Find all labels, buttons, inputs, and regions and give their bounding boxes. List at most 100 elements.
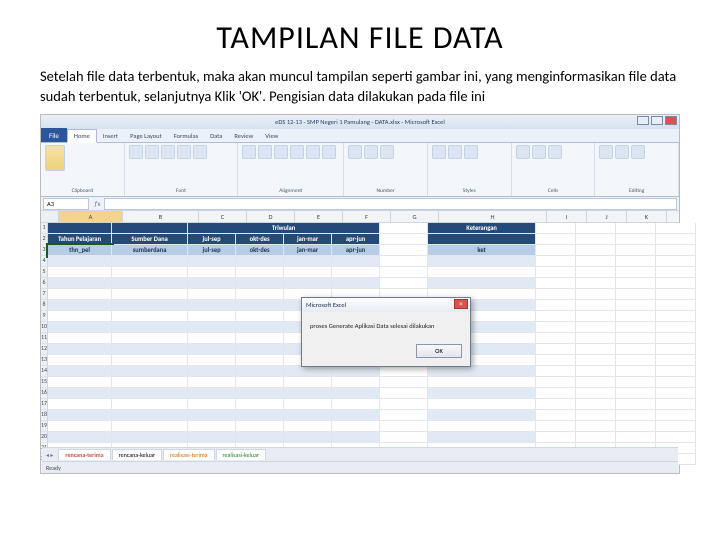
cell[interactable] — [112, 267, 188, 278]
cell[interactable] — [188, 388, 236, 399]
cell[interactable] — [236, 278, 284, 289]
cell[interactable] — [576, 366, 616, 377]
cell[interactable] — [616, 421, 656, 432]
ribbon-icon[interactable] — [258, 145, 272, 159]
cell[interactable] — [112, 410, 188, 421]
cell[interactable] — [616, 399, 656, 410]
col-header[interactable]: A — [59, 211, 123, 222]
cell[interactable] — [112, 399, 188, 410]
cell[interactable] — [428, 267, 536, 278]
cell[interactable] — [576, 256, 616, 267]
ribbon-icon[interactable] — [448, 145, 462, 159]
cell[interactable] — [616, 267, 656, 278]
col-header[interactable]: D — [247, 211, 295, 222]
cell[interactable] — [656, 355, 696, 366]
cell[interactable] — [536, 366, 576, 377]
cell[interactable] — [188, 410, 236, 421]
row-header[interactable]: 6 — [41, 278, 48, 289]
cell[interactable] — [616, 278, 656, 289]
cell[interactable] — [616, 432, 656, 443]
col-header[interactable]: F — [343, 211, 391, 222]
cell[interactable] — [536, 421, 576, 432]
ribbon-icon[interactable] — [193, 145, 207, 159]
cell[interactable] — [428, 421, 536, 432]
cell[interactable] — [536, 300, 576, 311]
cell[interactable] — [428, 388, 536, 399]
cell[interactable] — [576, 399, 616, 410]
cell[interactable] — [112, 432, 188, 443]
tab-review[interactable]: Review — [228, 130, 259, 142]
cell[interactable] — [536, 278, 576, 289]
cell[interactable] — [616, 377, 656, 388]
cell[interactable] — [656, 245, 696, 256]
ribbon-icon[interactable] — [599, 145, 613, 159]
cell[interactable]: jan-mar — [284, 234, 332, 245]
row-header[interactable]: 15 — [41, 377, 48, 388]
cell[interactable] — [48, 399, 112, 410]
cell[interactable] — [284, 256, 332, 267]
cell[interactable] — [48, 333, 112, 344]
cell[interactable] — [236, 333, 284, 344]
cell[interactable] — [656, 333, 696, 344]
ribbon-icon[interactable] — [532, 145, 546, 159]
tab-home[interactable]: Home — [67, 129, 97, 143]
cell[interactable] — [48, 223, 112, 234]
ribbon-icon[interactable] — [45, 145, 65, 171]
cell[interactable] — [616, 333, 656, 344]
cell[interactable] — [656, 300, 696, 311]
cell[interactable] — [536, 333, 576, 344]
cell[interactable] — [656, 410, 696, 421]
cell[interactable] — [428, 366, 536, 377]
cell[interactable] — [428, 377, 536, 388]
cell[interactable] — [576, 245, 616, 256]
cell[interactable] — [236, 289, 284, 300]
cell[interactable] — [576, 432, 616, 443]
cell[interactable] — [380, 388, 428, 399]
cell[interactable]: Keterangan — [428, 223, 536, 234]
cell[interactable] — [112, 333, 188, 344]
formula-input[interactable] — [104, 198, 677, 210]
cell[interactable] — [380, 245, 428, 256]
cell[interactable] — [380, 234, 428, 245]
cell[interactable] — [236, 377, 284, 388]
ribbon-icon[interactable] — [348, 145, 362, 159]
cell[interactable] — [188, 344, 236, 355]
row-header[interactable]: 10 — [41, 322, 48, 333]
cell[interactable] — [576, 333, 616, 344]
sheet-tab[interactable]: rencana-keluar — [112, 449, 162, 460]
cell[interactable] — [656, 344, 696, 355]
cell[interactable]: apr-jun — [332, 245, 380, 256]
ribbon-icon[interactable] — [290, 145, 304, 159]
cell[interactable]: okt-des — [236, 245, 284, 256]
col-header[interactable]: B — [123, 211, 199, 222]
cell[interactable] — [188, 267, 236, 278]
cell[interactable]: Sumber Dana — [112, 234, 188, 245]
cell[interactable]: apr-jun — [332, 234, 380, 245]
row-header[interactable]: 4 — [41, 256, 48, 267]
cell[interactable] — [536, 267, 576, 278]
cell[interactable] — [188, 300, 236, 311]
cell[interactable] — [536, 388, 576, 399]
cell[interactable] — [236, 421, 284, 432]
row-header[interactable]: 16 — [41, 388, 48, 399]
cell[interactable] — [112, 377, 188, 388]
row-header[interactable]: 5 — [41, 267, 48, 278]
row-header[interactable]: 11 — [41, 333, 48, 344]
cell[interactable] — [48, 300, 112, 311]
cell[interactable] — [656, 377, 696, 388]
cell[interactable] — [536, 355, 576, 366]
cell[interactable] — [576, 223, 616, 234]
cell[interactable] — [616, 388, 656, 399]
cell[interactable] — [380, 410, 428, 421]
cell[interactable] — [656, 399, 696, 410]
cell[interactable] — [236, 388, 284, 399]
row-header[interactable]: 12 — [41, 344, 48, 355]
cell[interactable]: jul-sep — [188, 234, 236, 245]
ribbon-icon[interactable] — [129, 145, 143, 159]
cell[interactable] — [188, 355, 236, 366]
cell[interactable] — [428, 234, 536, 245]
cell[interactable] — [112, 388, 188, 399]
cell[interactable] — [112, 344, 188, 355]
cell[interactable] — [380, 278, 428, 289]
cell[interactable] — [616, 410, 656, 421]
